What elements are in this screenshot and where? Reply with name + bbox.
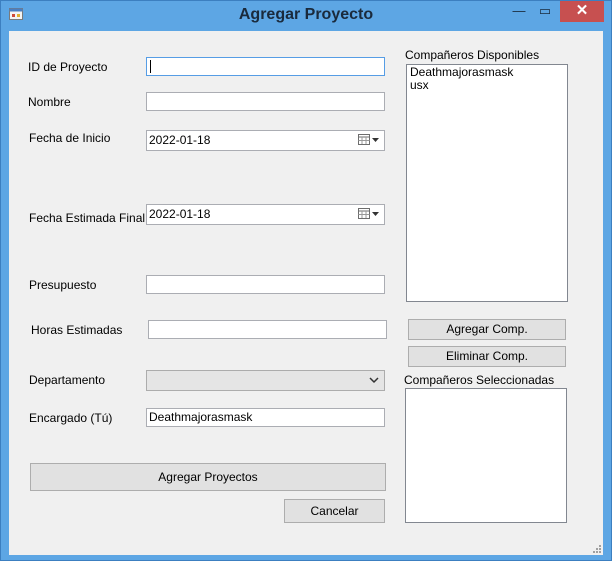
agregar-proyectos-button[interactable]: Agregar Proyectos bbox=[30, 463, 386, 491]
nombre-label: Nombre bbox=[28, 95, 71, 109]
companeros-disponibles-label: Compañeros Disponibles bbox=[405, 48, 540, 62]
app-window: Agregar Proyecto — ▭ ✕ ID de Proyecto No… bbox=[0, 0, 612, 561]
list-item[interactable]: usx bbox=[410, 79, 564, 92]
fecha-final-picker[interactable]: 2022-01-18 bbox=[146, 204, 385, 225]
companeros-seleccionados-list[interactable] bbox=[405, 388, 567, 523]
id-proyecto-label: ID de Proyecto bbox=[28, 60, 108, 74]
agregar-companero-button[interactable]: Agregar Comp. bbox=[408, 319, 566, 340]
text-caret bbox=[150, 60, 151, 74]
fecha-inicio-label: Fecha de Inicio bbox=[29, 131, 111, 145]
departamento-combobox[interactable] bbox=[146, 370, 385, 391]
fecha-inicio-picker[interactable]: 2022-01-18 bbox=[146, 130, 385, 151]
eliminar-companero-button[interactable]: Eliminar Comp. bbox=[408, 346, 566, 367]
horas-estimadas-label: Horas Estimadas bbox=[31, 323, 123, 337]
title-bar[interactable]: Agregar Proyecto — ▭ ✕ bbox=[1, 1, 611, 31]
horas-estimadas-input[interactable] bbox=[148, 320, 387, 339]
presupuesto-label: Presupuesto bbox=[29, 278, 97, 292]
id-proyecto-input[interactable] bbox=[146, 57, 385, 76]
departamento-label: Departamento bbox=[29, 373, 106, 387]
list-item[interactable]: Deathmajorasmask bbox=[410, 66, 564, 79]
minimize-button[interactable]: — bbox=[506, 1, 532, 22]
encargado-input[interactable]: Deathmajorasmask bbox=[146, 408, 385, 427]
close-button[interactable]: ✕ bbox=[560, 1, 604, 22]
encargado-label: Encargado (Tú) bbox=[29, 411, 113, 425]
calendar-dropdown-icon[interactable] bbox=[358, 133, 380, 146]
fecha-final-label: Fecha Estimada Final bbox=[29, 211, 146, 225]
companeros-seleccionados-label: Compañeros Seleccionadas bbox=[404, 373, 555, 387]
nombre-input[interactable] bbox=[146, 92, 385, 111]
cancelar-button[interactable]: Cancelar bbox=[284, 499, 385, 523]
calendar-dropdown-icon[interactable] bbox=[358, 207, 380, 220]
presupuesto-input[interactable] bbox=[146, 275, 385, 294]
chevron-down-icon bbox=[369, 377, 379, 384]
fecha-final-value: 2022-01-18 bbox=[149, 207, 211, 221]
fecha-inicio-value: 2022-01-18 bbox=[149, 133, 211, 147]
resize-grip-icon[interactable] bbox=[591, 543, 601, 553]
companeros-disponibles-list[interactable]: Deathmajorasmask usx bbox=[406, 64, 568, 302]
form-client-area: ID de Proyecto Nombre Fecha de Inicio 20… bbox=[9, 31, 603, 555]
maximize-button[interactable]: ▭ bbox=[532, 1, 558, 22]
